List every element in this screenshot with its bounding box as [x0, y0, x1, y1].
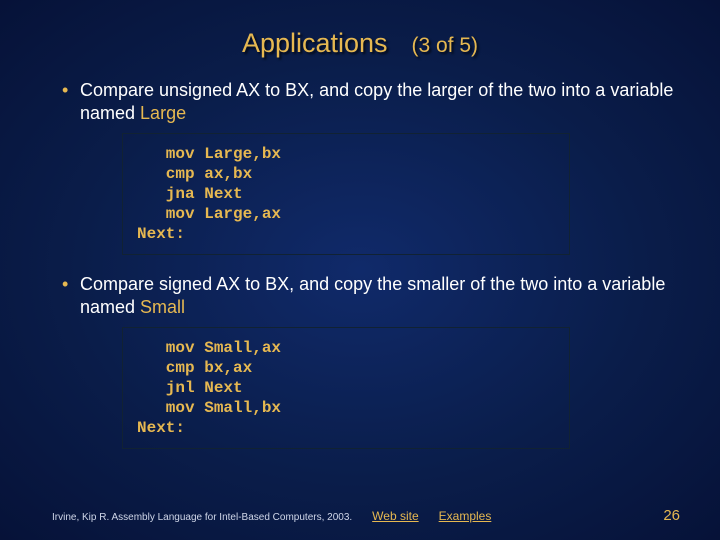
code-box-1: mov Large,bx cmp ax,bx jna Next mov Larg… — [122, 133, 570, 255]
bullet-2-highlight: Small — [140, 297, 185, 317]
bullet-1: Compare unsigned AX to BX, and copy the … — [62, 79, 680, 125]
code-1: mov Large,bx cmp ax,bx jna Next mov Larg… — [137, 144, 555, 244]
bullet-list-2: Compare signed AX to BX, and copy the sm… — [40, 273, 680, 319]
title-space — [392, 28, 407, 58]
code-box-2: mov Small,ax cmp bx,ax jnl Next mov Smal… — [122, 327, 570, 449]
title-wrap: Applications (3 of 5) — [40, 28, 680, 59]
slide-title: Applications — [242, 28, 388, 58]
footer-link-examples[interactable]: Examples — [439, 509, 492, 523]
slide: Applications (3 of 5) Compare unsigned A… — [0, 0, 720, 540]
footer: Irvine, Kip R. Assembly Language for Int… — [52, 507, 680, 524]
footer-link-website[interactable]: Web site — [372, 509, 418, 523]
code-2: mov Small,ax cmp bx,ax jnl Next mov Smal… — [137, 338, 555, 438]
footer-credit: Irvine, Kip R. Assembly Language for Int… — [52, 512, 352, 523]
bullet-1-highlight: Large — [140, 103, 186, 123]
bullet-list-1: Compare unsigned AX to BX, and copy the … — [40, 79, 680, 125]
slide-subtitle: (3 of 5) — [411, 34, 478, 57]
page-number: 26 — [663, 507, 680, 524]
bullet-2: Compare signed AX to BX, and copy the sm… — [62, 273, 680, 319]
